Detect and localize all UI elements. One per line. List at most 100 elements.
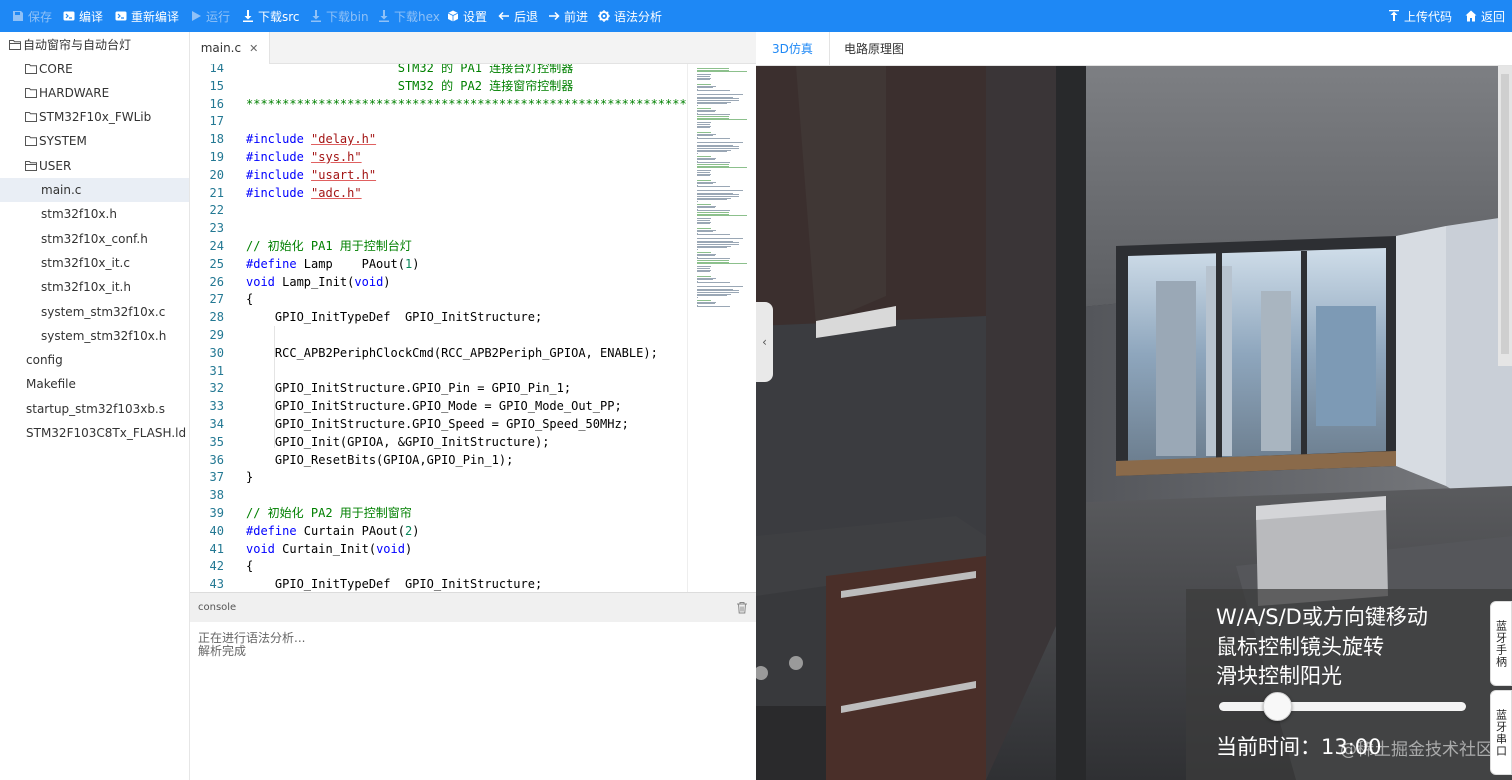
tree-folder-system[interactable]: SYSTEM (0, 129, 189, 153)
code-token: #define (246, 523, 297, 538)
minimap-line (697, 186, 730, 188)
code-token: ) (412, 256, 420, 271)
minimap-line (697, 303, 716, 305)
recompile-button[interactable]: 重新编译 (115, 0, 179, 32)
tab-3d-sim[interactable]: 3D仿真 (756, 32, 830, 66)
minimap-line (697, 296, 698, 298)
minimap[interactable] (687, 64, 756, 592)
vbtn-label: 蓝牙手柄 (1494, 619, 1508, 668)
collapse-editor-button[interactable]: ‹ (756, 302, 773, 382)
minimap-line (697, 127, 710, 129)
line-number: 42 (209, 559, 224, 574)
tree-file[interactable]: stm32f10x_it.c (0, 251, 189, 275)
tree-item-label: startup_stm32f103xb.s (26, 402, 166, 416)
tree-item-label: main.c (41, 183, 82, 197)
tree-item-label: system_stm32f10x.h (41, 329, 167, 343)
minimap-line (697, 279, 713, 281)
code-token: "delay.h" (311, 132, 377, 147)
code-line: 37} (190, 469, 687, 487)
line-number: 20 (209, 167, 224, 182)
time-label: 当前时间： (1216, 735, 1321, 759)
code-token: "sys.h" (311, 150, 362, 164)
line-content: void Lamp_Init(void) (246, 274, 391, 292)
minimap-line (697, 93, 743, 95)
tree-file-main-c[interactable]: main.c (0, 178, 189, 202)
tree-file[interactable]: STM32F103C8Tx_FLASH.ld (0, 421, 189, 445)
back-button[interactable]: 后退 (498, 0, 538, 32)
tree-folder-user[interactable]: USER (0, 154, 189, 178)
tree-item-label: HARDWARE (39, 86, 110, 100)
line-number: 33 (209, 399, 224, 414)
console-header: console (190, 593, 756, 622)
sun-slider-thumb[interactable] (1262, 692, 1292, 721)
upload-code-button[interactable]: 上传代码 (1388, 0, 1452, 32)
tree-file[interactable]: stm32f10x_it.h (0, 275, 189, 299)
line-number: 32 (209, 381, 224, 396)
tree-item-label: STM32F103C8Tx_FLASH.ld (26, 426, 187, 440)
minimap-line (697, 282, 730, 284)
tree-file[interactable]: config (0, 348, 189, 372)
download-icon (379, 10, 389, 22)
line-content: GPIO_InitStructure.GPIO_Speed = GPIO_Spe… (246, 416, 629, 434)
console-line: 解析完成 (198, 644, 247, 658)
line-content: #define Curtain PAout(2) (246, 523, 419, 541)
file-tree: 自动窗帘与自动台灯 CORE HARDWARE STM32F10x_FWLib … (0, 32, 190, 780)
line-number: 21 (209, 185, 224, 200)
tab-main-c[interactable]: main.c ✕ (190, 32, 270, 64)
tree-file[interactable]: Makefile (0, 372, 189, 396)
code-token: } (246, 470, 254, 485)
download-hex-button[interactable]: 下载hex (378, 0, 440, 32)
settings-button[interactable]: 设置 (447, 0, 487, 32)
code-token: "adc.h" (311, 185, 362, 200)
tree-item-label: SYSTEM (39, 134, 87, 148)
code-area[interactable]: 14 STM32 的 PA1 连接台灯控制器 15 STM32 的 PA2 连接窗… (190, 64, 687, 592)
syntax-analysis-button[interactable]: 语法分析 (598, 0, 662, 32)
tree-folder-core[interactable]: CORE (0, 57, 189, 81)
tree-item-label: stm32f10x_conf.h (41, 232, 148, 246)
tree-item-label: config (26, 353, 63, 367)
save-button[interactable]: 保存 (12, 0, 52, 32)
tab-circuit-diagram[interactable]: 电路原理图 (828, 32, 920, 66)
line-number: 17 (209, 114, 224, 129)
compile-label: 编译 (79, 9, 104, 24)
indent-guide (274, 326, 275, 448)
line-number: 23 (209, 221, 224, 236)
sun-slider[interactable] (1219, 692, 1466, 721)
run-button[interactable]: 运行 (190, 0, 230, 32)
tree-file[interactable]: system_stm32f10x.h (0, 324, 189, 348)
bluetooth-gamepad-button[interactable]: 蓝牙手柄 (1490, 601, 1512, 686)
code-line: 30 RCC_APB2PeriphClockCmd(RCC_APB2Periph… (190, 345, 687, 363)
minimap-line (697, 104, 698, 106)
forward-button[interactable]: 前进 (548, 0, 588, 32)
download-bin-button[interactable]: 下载bin (310, 0, 369, 32)
line-number: 37 (209, 470, 224, 485)
tree-folder-hardware[interactable]: HARDWARE (0, 81, 189, 105)
tree-folder-fwlib[interactable]: STM32F10x_FWLib (0, 105, 189, 129)
tree-folder-root[interactable]: 自动窗帘与自动台灯 (0, 33, 189, 57)
code-line: 20 #include "usart.h" (190, 167, 687, 185)
code-token: { (246, 559, 254, 574)
return-button[interactable]: 返回 (1465, 0, 1505, 32)
download-src-button[interactable]: 下载src (242, 0, 300, 32)
arrow-left-icon (498, 11, 509, 21)
line-number: 30 (209, 345, 224, 360)
tree-file[interactable]: stm32f10x.h (0, 202, 189, 226)
code-line: 29 (190, 327, 687, 345)
trash-icon[interactable] (736, 601, 748, 614)
minimap-line (697, 152, 698, 154)
line-number: 34 (209, 417, 224, 431)
tree-item-label: CORE (39, 62, 73, 76)
code-line: 21 #include "adc.h" (190, 185, 687, 203)
tree-file[interactable]: stm32f10x_conf.h (0, 227, 189, 251)
recompile-label: 重新编译 (131, 9, 180, 24)
close-icon[interactable]: ✕ (249, 42, 258, 55)
line-number: 43 (209, 577, 224, 592)
syntax-analysis-label: 语法分析 (614, 9, 663, 24)
line-content: STM32 的 PA1 连接台灯控制器 (246, 64, 574, 78)
compile-button[interactable]: 编译 (63, 0, 103, 32)
tree-file[interactable]: system_stm32f10x.c (0, 300, 189, 324)
tree-file[interactable]: startup_stm32f103xb.s (0, 397, 189, 421)
line-number: 41 (209, 541, 224, 556)
bluetooth-serial-button[interactable]: 蓝牙串口 (1490, 690, 1512, 775)
line-content: #include "delay.h" (246, 131, 376, 149)
